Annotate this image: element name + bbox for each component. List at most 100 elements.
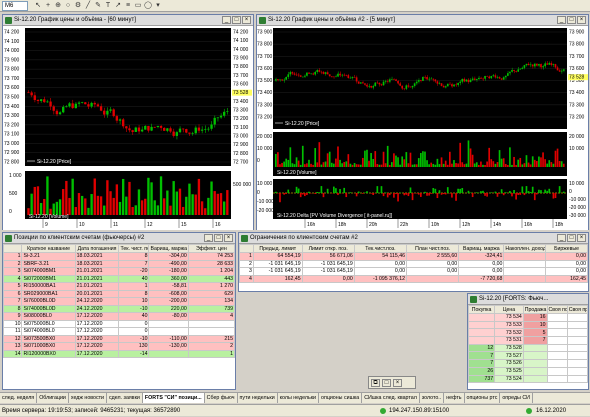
table-row[interactable]: 9Si08000BL017.12.202040-80,004 — [4, 313, 235, 321]
workspace-tab[interactable]: опционы ртс — [465, 393, 501, 403]
table-row[interactable]: 13Si071000BX017.12.2020130-130,002 — [4, 343, 235, 351]
table-row[interactable]: 10Si075000BL017.12.20200 — [4, 320, 235, 328]
column-header[interactable]: Своя пр — [567, 306, 587, 314]
orderbook-row[interactable]: 773 527 — [469, 352, 588, 360]
column-header[interactable]: Вариац. маржа — [459, 245, 504, 253]
column-header[interactable]: План чист.поз. — [407, 245, 459, 253]
column-header[interactable]: Тек.чист.поз. — [354, 245, 406, 253]
close-button[interactable]: × — [242, 16, 251, 24]
workspace-tab[interactable]: FORTS "СИ" позици... — [143, 393, 205, 403]
maximize-button[interactable]: □ — [567, 16, 576, 24]
table-row[interactable]: 6SR029000BA120.01.20218-608,00629 — [4, 290, 235, 298]
workspace-tab[interactable]: след. неделя — [0, 393, 37, 403]
rect-icon[interactable]: ▭ — [134, 2, 142, 10]
orderbook-row[interactable]: 73 5317 — [469, 337, 588, 345]
workspace-tab[interactable]: хедж новости — [69, 393, 107, 403]
minimize-button[interactable]: _ — [204, 234, 213, 242]
workspace-tab[interactable]: нефть — [444, 393, 464, 403]
table-row[interactable]: 14RI120000BX017.12.2020-141 — [4, 350, 235, 358]
column-header[interactable]: Предыд. лимит — [253, 245, 302, 253]
candle — [559, 70, 561, 71]
workspace-tab[interactable]: Сбер фьюч — [205, 393, 238, 403]
column-header[interactable]: Краткое название — [22, 245, 75, 253]
maximize-icon[interactable]: □ — [382, 379, 391, 387]
minimize-button[interactable]: _ — [557, 234, 566, 242]
orderbook-row[interactable]: 2673 525 — [469, 367, 588, 375]
column-header[interactable]: Накоплен. доход — [504, 245, 546, 253]
chart-5min-canvas[interactable]: 73 90073 90073 80073 80073 70073 70073 6… — [257, 26, 588, 230]
column-header[interactable] — [4, 245, 22, 253]
circle-icon[interactable]: ○ — [64, 2, 72, 10]
pencil-icon[interactable]: ✎ — [94, 2, 102, 10]
table-row[interactable]: 11Si074000BL017.12.20200 — [4, 328, 235, 336]
table-row[interactable]: 5RI150000BA121.01.20211-58,811 270 — [4, 283, 235, 291]
plus-icon[interactable]: ⊕ — [54, 2, 62, 10]
column-header[interactable]: Дата погашения — [75, 245, 119, 253]
more-icon[interactable]: ▾ — [154, 2, 162, 10]
orderbook-row[interactable]: 73 53310 — [469, 321, 588, 329]
line-icon[interactable]: ╱ — [84, 2, 92, 10]
column-header[interactable]: Продажа — [523, 306, 547, 314]
ellipse-icon[interactable]: ◯ — [144, 2, 152, 10]
workspace-tab[interactable]: Облигации — [37, 393, 69, 403]
pvd-bar — [517, 193, 519, 195]
crosshair-icon[interactable]: + — [44, 2, 52, 10]
fib-icon[interactable]: ≡ — [124, 2, 132, 10]
workspace-tab[interactable]: сдел. заявки — [107, 393, 143, 403]
arrow-icon[interactable]: ↖ — [34, 2, 42, 10]
orderbook-row[interactable]: 73 5325 — [469, 329, 588, 337]
workspace-tab[interactable]: колы недельки — [278, 393, 319, 403]
close-button[interactable]: × — [577, 16, 586, 24]
table-row[interactable]: 3Si074000BM121.01.2021-20-180,001 204 — [4, 268, 235, 276]
column-header[interactable]: Цена — [495, 306, 524, 314]
minimized-window[interactable]: ⧉ □ × — [368, 376, 416, 389]
orderbook-row[interactable]: 1273 528 — [469, 344, 588, 352]
orderbook-row[interactable]: 773 526 — [469, 360, 588, 368]
workspace-tab[interactable]: опционы сишка — [319, 393, 362, 403]
table-row[interactable]: 8Si74000BL0D24.12.2020-10220,00739 — [4, 305, 235, 313]
column-header[interactable]: Лимит откр. поз. — [302, 245, 354, 253]
workspace-tab[interactable]: пути недельки — [238, 393, 278, 403]
column-header[interactable] — [240, 245, 254, 253]
minimize-button[interactable]: _ — [557, 16, 566, 24]
close-button[interactable]: × — [577, 234, 586, 242]
trend-icon[interactable]: ↗ — [114, 2, 122, 10]
maximize-button[interactable]: □ — [232, 16, 241, 24]
table-row[interactable]: 164 554,1956 671,0654 115,462 555,60-324… — [240, 253, 588, 261]
orderbook-row[interactable]: 73773 524 — [469, 375, 588, 383]
table-row[interactable]: 1Si-3.2118.03.20218-304,0074 253 — [4, 253, 235, 261]
workspace-tab[interactable]: золото.. — [420, 393, 444, 403]
table-cell — [504, 260, 546, 268]
table-row[interactable]: 7Si76000BL0D24.12.202010-200,00134 — [4, 298, 235, 306]
volume-bar — [472, 155, 474, 167]
chart-60min-canvas[interactable]: 74 20074 10074 00073 90073 80073 70073 6… — [3, 26, 253, 230]
close-icon[interactable]: × — [393, 379, 402, 387]
column-header[interactable]: Биржевые — [546, 245, 588, 253]
table-cell: 130 — [119, 343, 149, 351]
restore-icon[interactable]: ⧉ — [371, 379, 380, 387]
table-row[interactable]: 2SBRF-3.2118.03.20217-490,0028 633 — [4, 260, 235, 268]
settings-icon[interactable]: ⚙ — [74, 2, 82, 10]
maximize-button[interactable]: □ — [567, 234, 576, 242]
column-header[interactable]: Тек. чист. поз. — [119, 245, 149, 253]
instrument-select[interactable]: М6 — [2, 1, 28, 11]
table-row[interactable]: 2-1 031 645,19-1 031 645,190,000,000,000… — [240, 260, 588, 268]
text-icon[interactable]: T — [104, 2, 112, 10]
volume-bar — [499, 150, 501, 167]
column-header[interactable]: Своя по — [547, 306, 567, 314]
table-row[interactable]: 12Si073500BX017.12.2020-10-110,00215 — [4, 335, 235, 343]
volume-bar — [220, 193, 222, 215]
orderbook-row[interactable]: 73 53416 — [469, 314, 588, 322]
column-header[interactable]: Покупка — [469, 306, 495, 314]
column-header[interactable]: Вариац. маржа — [149, 245, 188, 253]
maximize-button[interactable]: □ — [214, 234, 223, 242]
column-header[interactable]: Эффект. цен — [188, 245, 234, 253]
workspace-tab[interactable]: опреды СИ — [500, 393, 533, 403]
table-row[interactable]: 4Si072000BM121.01.202140360,00443 — [4, 275, 235, 283]
candle — [509, 72, 511, 73]
table-row[interactable]: 3-1 031 645,19-1 031 645,190,000,000,000… — [240, 268, 588, 276]
workspace-tab[interactable]: СИшка след. квартал — [362, 393, 420, 403]
close-button[interactable]: × — [224, 234, 233, 242]
minimize-button[interactable]: _ — [222, 16, 231, 24]
table-row[interactable]: 4162,450,00-1 095 376,12-7 720,68162,45 — [240, 275, 588, 283]
